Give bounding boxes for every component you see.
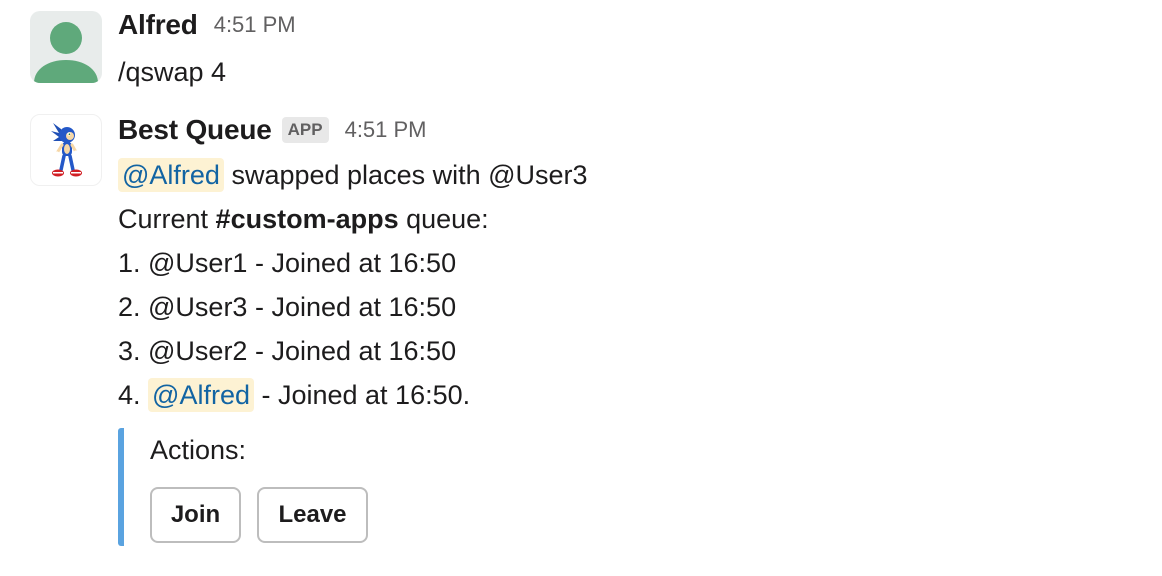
queue-item: 3. @User2 - Joined at 16:50 xyxy=(118,336,457,366)
queue-item-text: - Joined at 16:50. xyxy=(253,380,471,410)
timestamp[interactable]: 4:51 PM xyxy=(345,117,427,143)
queue-item: 1. @User1 - Joined at 16:50 xyxy=(118,248,457,278)
swap-message: @Alfred swapped places with @User3 xyxy=(118,153,588,197)
queue-heading-suffix: queue: xyxy=(398,204,489,234)
queue-heading: Current #custom-apps queue: xyxy=(118,197,588,241)
app-avatar[interactable] xyxy=(30,114,102,186)
channel-link[interactable]: #custom-apps xyxy=(216,204,399,234)
app-badge: APP xyxy=(281,117,329,143)
sonic-character-avatar-icon xyxy=(51,123,82,177)
queue-item: 4. @Alfred - Joined at 16:50. xyxy=(118,373,588,417)
author-name[interactable]: Alfred xyxy=(118,9,198,41)
timestamp[interactable]: 4:51 PM xyxy=(214,12,296,38)
actions-label: Actions: xyxy=(150,435,247,465)
message-text: /qswap 4 xyxy=(118,57,227,87)
queue-item: 2. @User3 - Joined at 16:50 xyxy=(118,292,457,322)
join-button[interactable]: Join xyxy=(150,487,241,543)
leave-button[interactable]: Leave xyxy=(257,487,368,543)
queue-heading-prefix: Current xyxy=(118,204,216,234)
swap-text: swapped places with @User3 xyxy=(223,160,588,190)
mention-alfred[interactable]: @Alfred xyxy=(148,378,254,412)
queue-item-number: 4. xyxy=(118,380,149,410)
mention-alfred[interactable]: @Alfred xyxy=(118,158,224,192)
author-name[interactable]: Best Queue xyxy=(118,114,272,146)
user-avatar[interactable] xyxy=(30,11,102,83)
default-user-avatar-icon xyxy=(34,22,98,83)
actions-attachment: Actions: Join Leave xyxy=(118,428,518,546)
